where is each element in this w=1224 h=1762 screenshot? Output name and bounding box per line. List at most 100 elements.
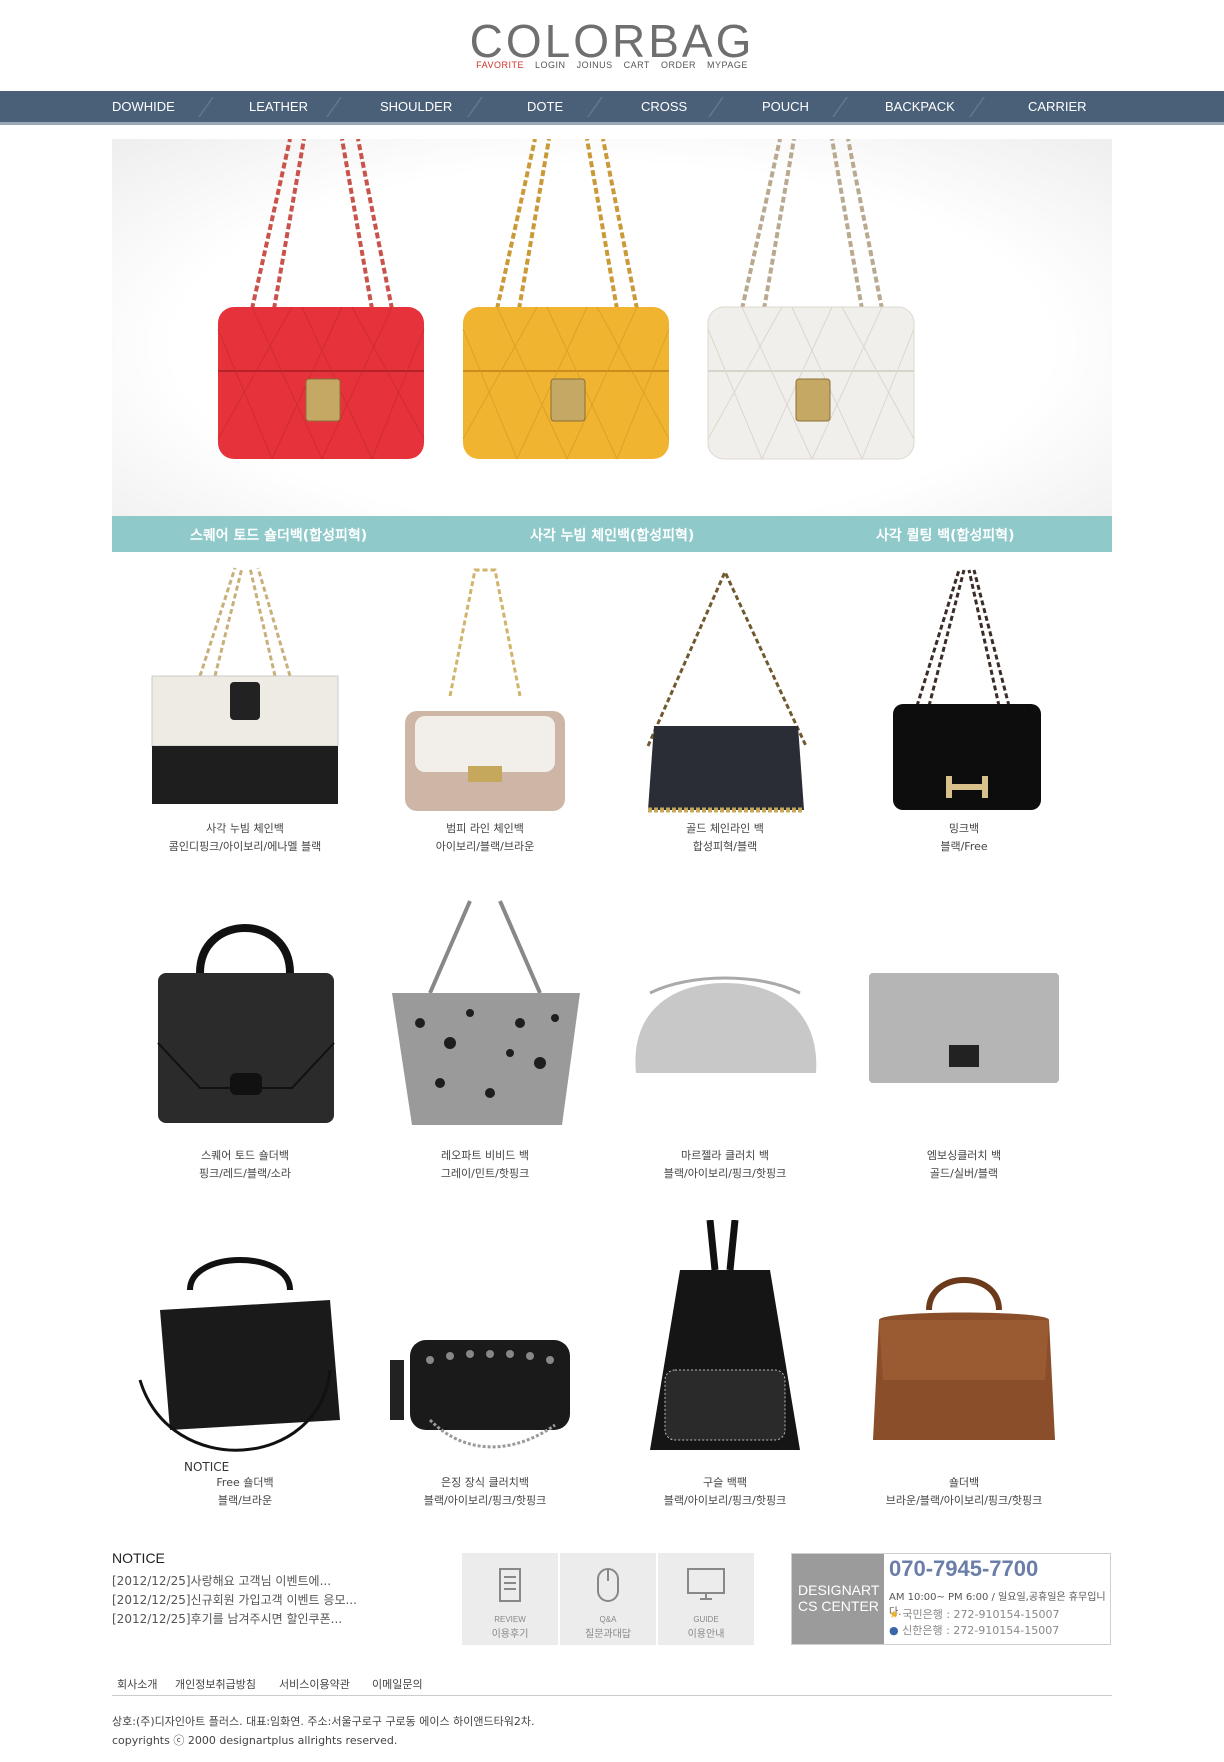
product-card[interactable]: 구슬 백팩 블랙/아이보리/핑크/핫핑크 [610,1219,840,1510]
product-image [151,567,339,804]
favorite-link[interactable]: FAVORITE [476,60,524,70]
joinus-link[interactable]: JOINUS [577,60,613,70]
product-name: 숄더백 [948,1476,980,1489]
product-options: 블랙/아이보리/핑크/핫핑크 [663,1494,787,1507]
review-tile[interactable]: REVIEW 이용후기 [462,1553,558,1645]
product-name: 사각 누빔 체인백 [206,822,284,835]
product-options: 골드/실버/블랙 [929,1167,999,1180]
product-card[interactable]: 밍크백 블랙/Free [849,566,1079,856]
category-nav: DOWHIDE LEATHER SHOULDER DOTE CROSS POUC… [0,91,1224,125]
product-image [392,900,580,1125]
tile-en: GUIDE [693,1615,719,1624]
tile-ko: 이용안내 [687,1629,725,1640]
product-card[interactable]: 범피 라인 체인백 아이보리/블랙/브라운 [370,566,600,856]
footer-link-terms[interactable]: 서비스이용약관 [279,1676,350,1692]
login-link[interactable]: LOGIN [535,60,566,70]
bank-star-icon: ★ [889,1608,899,1621]
product-image [390,1340,570,1449]
top-links: FAVORITE LOGIN JOINUS CART ORDER MYPAGE [0,60,1224,70]
nav-separator [466,97,484,117]
mypage-link[interactable]: MYPAGE [707,60,748,70]
footer-info: 상호:(주)디자인아트 플러스. 대표:임화연. 주소:서울구로구 구로동 에이… [112,1712,535,1750]
qna-tile[interactable]: Q&A 질문과대답 [560,1553,656,1645]
tile-ko: 이용후기 [491,1629,529,1640]
product-card[interactable]: 골드 체인라인 백 합성피혁/블랙 [610,566,840,856]
cs-tiles: REVIEW 이용후기 Q&A 질문과대답 GUIDE 이용안내 [462,1553,754,1645]
nav-separator [968,97,986,117]
footer-address: 상호:(주)디자인아트 플러스. 대표:임화연. 주소:서울구로구 구로동 에이… [112,1715,535,1728]
product-card[interactable]: 사각 누빔 체인백 콤인디핑크/아이보리/에나멜 블랙 [130,566,360,856]
nav-separator [586,97,604,117]
cs-center-line1: DESIGNART [798,1582,880,1598]
product-image [893,569,1041,810]
hero-caption-bar: 스퀘어 토드 숄더백(합성피혁) 사각 누빔 체인백(합성피혁) 사각 퀼팅 백… [112,516,1112,552]
nav-separator [197,97,215,117]
product-card[interactable]: Free 숄더백 블랙/브라운 [130,1220,360,1510]
notice-title[interactable]: NOTICE [112,1550,165,1566]
product-options: 아이보리/블랙/브라운 [435,840,535,853]
product-card[interactable]: 마르젤라 클러치 백 블랙/아이보리/핑크/핫핑크 [610,893,840,1183]
order-link[interactable]: ORDER [661,60,696,70]
footer-link-company[interactable]: 회사소개 [117,1676,157,1692]
product-image [635,976,817,1073]
product-image [157,924,335,1123]
product-card[interactable]: 숄더백 브라운/블랙/아이보리/핑크/핫핑크 [849,1220,1079,1510]
monitor-icon [687,1568,725,1600]
guide-tile[interactable]: GUIDE 이용안내 [658,1553,754,1645]
footer-links: 회사소개 개인정보취급방침 서비스이용약관 이메일문의 [112,1670,1112,1696]
notebook-icon [499,1568,521,1602]
footer-copyright: copyrights ⓒ 2000 designartplus allright… [112,1734,398,1747]
product-name: 밍크백 [948,822,980,835]
notice-item[interactable]: [2012/12/25]사랑해요 고객님 이벤트에... [112,1572,357,1591]
product-options: 핑크/레드/블랙/소라 [198,1167,292,1180]
nav-item-leather[interactable]: LEATHER [249,91,308,122]
footer-link-email[interactable]: 이메일문의 [372,1676,423,1692]
nav-item-shoulder[interactable]: SHOULDER [380,91,452,122]
nav-item-dote[interactable]: DOTE [527,91,563,122]
product-card[interactable]: 은징 장식 클러치백 블랙/아이보리/핑크/핫핑크 [370,1220,600,1510]
nav-item-dowhide[interactable]: DOWHIDE [112,91,175,122]
notice-item[interactable]: [2012/12/25]신규회원 가입고객 이벤트 응모... [112,1591,357,1610]
product-name: 레오파트 비비드 백 [441,1149,529,1162]
nav-separator [707,97,725,117]
product-name: 스퀘어 토드 숄더백 [201,1149,289,1162]
notice-item[interactable]: [2012/12/25]후기를 남겨주시면 할인쿠폰... [112,1610,357,1629]
nav-separator [325,97,343,117]
header: COLORBAG FAVORITE LOGIN JOINUS CART ORDE… [0,0,1224,92]
product-options: 브라운/블랙/아이보리/핑크/핫핑크 [885,1494,1043,1507]
hero-caption-1[interactable]: 스퀘어 토드 숄더백(합성피혁) [190,525,367,545]
hero-caption-2[interactable]: 사각 누빔 체인백(합성피혁) [530,525,694,545]
product-image [646,568,808,813]
product-image [873,1277,1055,1440]
footer-link-privacy[interactable]: 개인정보취급방침 [175,1676,256,1692]
product-card[interactable]: 엠보싱클러치 백 골드/실버/블랙 [849,893,1079,1183]
product-card[interactable]: 레오파트 비비드 백 그레이/민트/핫핑크 [370,893,600,1183]
product-image [650,1219,800,1450]
cs-phone: 070-7945-7700 [889,1556,1039,1581]
product-name: 범피 라인 체인백 [446,822,524,835]
bank-circle-icon: ● [889,1624,899,1637]
product-options: 그레이/민트/핫핑크 [440,1167,530,1180]
cs-center: DESIGNART CS CENTER 070-7945-7700 AM 10:… [791,1553,1111,1645]
tile-ko: 질문과대답 [585,1629,631,1640]
product-options: 블랙/Free [940,840,988,853]
product-options: 블랙/아이보리/핑크/핫핑크 [663,1167,787,1180]
nav-item-carrier[interactable]: CARRIER [1028,91,1087,122]
product-card[interactable]: 스퀘어 토드 숄더백 핑크/레드/블랙/소라 [130,893,360,1183]
mouse-icon [597,1568,619,1602]
nav-item-backpack[interactable]: BACKPACK [885,91,955,122]
nav-item-pouch[interactable]: POUCH [762,91,809,122]
product-image [869,973,1059,1083]
cart-link[interactable]: CART [624,60,650,70]
tile-en: Q&A [599,1615,617,1624]
product-options: 블랙/아이보리/핑크/핫핑크 [423,1494,547,1507]
notice-overlay-label: NOTICE [184,1460,230,1474]
product-name: 골드 체인라인 백 [686,822,764,835]
nav-item-cross[interactable]: CROSS [641,91,687,122]
hero-caption-3[interactable]: 사각 퀼팅 백(합성피혁) [876,525,1014,545]
hero-banner[interactable] [112,139,1112,552]
product-options: 블랙/브라운 [217,1494,273,1507]
product-options: 콤인디핑크/아이보리/에나멜 블랙 [168,840,322,853]
nav-separator [831,97,849,117]
bank-account-2-text: 신한은행 : 272-910154-15007 [902,1624,1060,1637]
